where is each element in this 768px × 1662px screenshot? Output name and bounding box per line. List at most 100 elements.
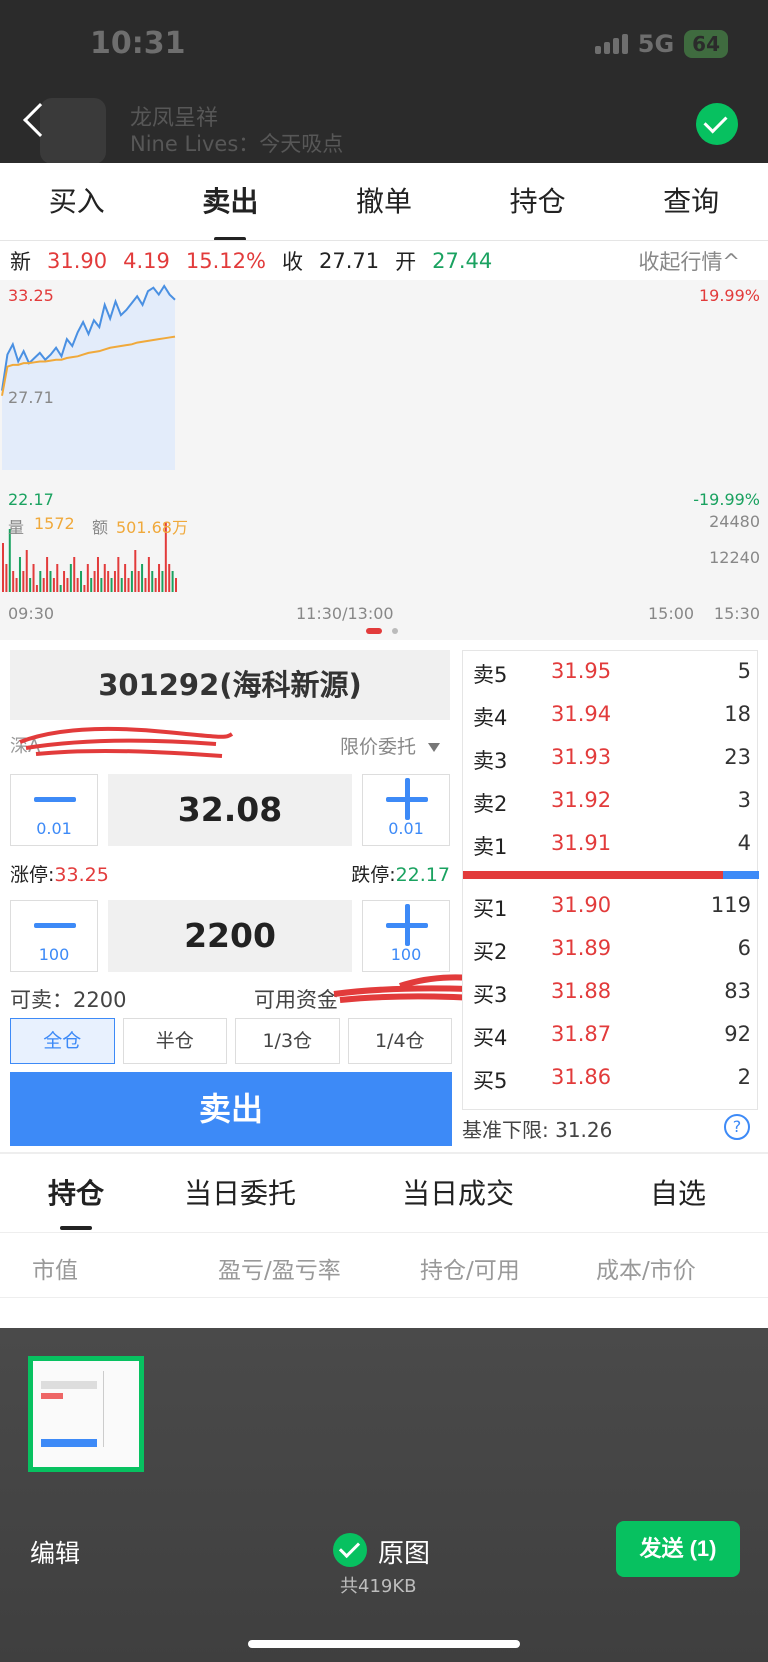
bottom-tabs: 持仓 当日委托 当日成交 自选 bbox=[0, 1158, 768, 1230]
tab-holdings[interactable]: 持仓 bbox=[0, 1158, 152, 1230]
col-pnl[interactable]: 盈亏/盈亏率 bbox=[218, 1251, 341, 1285]
col-market-value[interactable]: 市值 bbox=[32, 1251, 78, 1285]
tab-buy[interactable]: 买入 bbox=[0, 163, 154, 241]
selected-thumbnail[interactable] bbox=[28, 1356, 144, 1472]
tab-sell[interactable]: 卖出 bbox=[154, 163, 308, 241]
volume-bar bbox=[161, 571, 164, 592]
open-price: 27.44 bbox=[432, 249, 493, 273]
bid-row[interactable]: 买1 31.90 119 bbox=[463, 885, 759, 928]
ask-volume: 5 bbox=[737, 659, 751, 683]
price-plus-button[interactable]: 0.01 bbox=[362, 774, 450, 846]
sell-button[interactable]: 卖出 bbox=[10, 1072, 452, 1146]
tab-today-orders[interactable]: 当日委托 bbox=[152, 1158, 328, 1230]
chart-bottom-price: 22.17 bbox=[8, 490, 54, 509]
chart-svg bbox=[1, 284, 177, 592]
volume-bar bbox=[42, 578, 45, 592]
price-input[interactable]: 32.08 bbox=[108, 774, 352, 846]
tab-divider bbox=[0, 240, 768, 241]
limit-up-label: 涨停: bbox=[10, 864, 55, 886]
ask-label: 卖5 bbox=[473, 663, 508, 687]
volume-bar bbox=[22, 571, 25, 592]
ask-row[interactable]: 卖5 31.95 5 bbox=[463, 651, 759, 694]
volume-bar bbox=[158, 564, 161, 592]
volume-bar bbox=[175, 578, 177, 592]
ask-price: 31.94 bbox=[551, 702, 612, 726]
volume-bar bbox=[171, 571, 174, 592]
wechat-logo-icon bbox=[40, 98, 106, 164]
stock-code-selector[interactable]: 301292(海科新源) bbox=[10, 650, 450, 720]
bid-label: 买5 bbox=[473, 1069, 508, 1093]
volume-bar bbox=[29, 578, 32, 592]
volume-bar bbox=[39, 571, 42, 592]
trade-tabs: 买入 卖出 撤单 持仓 查询 bbox=[0, 163, 768, 241]
tab-watchlist[interactable]: 自选 bbox=[588, 1158, 768, 1230]
bid-row[interactable]: 买2 31.89 6 bbox=[463, 928, 759, 971]
order-type-select[interactable]: 限价委托 bbox=[340, 732, 440, 759]
quantity-input[interactable]: 2200 bbox=[108, 900, 352, 972]
full-position-button[interactable]: 全仓 bbox=[10, 1018, 115, 1064]
image-size-label: 共419KB bbox=[340, 1576, 417, 1597]
original-image-toggle[interactable]: 原图 bbox=[378, 1533, 430, 1570]
volume-value: 1572 bbox=[34, 514, 75, 533]
ask-row[interactable]: 卖4 31.94 18 bbox=[463, 694, 759, 737]
ask-row[interactable]: 卖1 31.91 4 bbox=[463, 823, 759, 866]
price-minus-button[interactable]: 0.01 bbox=[10, 774, 98, 846]
bid-volume: 92 bbox=[724, 1022, 751, 1046]
volume-bar bbox=[15, 578, 18, 592]
original-check-icon[interactable] bbox=[333, 1533, 367, 1567]
volume-bar bbox=[117, 557, 120, 592]
price-change: 4.19 bbox=[123, 249, 170, 273]
plus-icon bbox=[363, 775, 449, 820]
tab-query[interactable]: 查询 bbox=[614, 163, 768, 241]
ask-label: 卖1 bbox=[473, 835, 508, 859]
price-change-pct: 15.12% bbox=[185, 249, 266, 273]
chart-mid-price: 27.71 bbox=[8, 388, 54, 407]
image-picker-bar: 编辑 原图 共419KB 发送 (1) bbox=[0, 1328, 768, 1662]
bid-label: 买1 bbox=[473, 897, 508, 921]
price-area-fill bbox=[2, 286, 175, 470]
col-cost[interactable]: 成本/市价 bbox=[596, 1251, 696, 1285]
third-position-button[interactable]: 1/3仓 bbox=[235, 1018, 340, 1064]
order-book: 卖5 31.95 5 卖4 31.94 18 卖3 31.93 23 卖2 31.92 3 卖1… bbox=[462, 650, 759, 1110]
ask-price: 31.91 bbox=[551, 831, 612, 855]
quarter-position-button[interactable]: 1/4仓 bbox=[347, 1018, 452, 1064]
volume-bar bbox=[90, 578, 93, 592]
x-label-after: 15:30 bbox=[713, 604, 760, 623]
half-position-button[interactable]: 半仓 bbox=[122, 1018, 227, 1064]
ask-row[interactable]: 卖2 31.92 3 bbox=[463, 780, 759, 823]
select-check-icon[interactable] bbox=[696, 103, 738, 145]
tab-today-trades[interactable]: 当日成交 bbox=[328, 1158, 588, 1230]
intraday-chart: 33.25 27.71 22.17 19.99% -19.99% 量 1572 … bbox=[0, 280, 768, 640]
qty-minus-button[interactable]: 100 bbox=[10, 900, 98, 972]
bid-price: 31.86 bbox=[551, 1065, 612, 1089]
volume-bar bbox=[134, 550, 137, 592]
bid-row[interactable]: 买3 31.88 83 bbox=[463, 971, 759, 1014]
bid-label: 买3 bbox=[473, 983, 508, 1007]
qty-plus-button[interactable]: 100 bbox=[362, 900, 450, 972]
bid-row[interactable]: 买5 31.86 2 bbox=[463, 1057, 759, 1100]
qty-step-down: 100 bbox=[38, 945, 70, 964]
ask-row[interactable]: 卖3 31.93 23 bbox=[463, 737, 759, 780]
help-icon[interactable]: ? bbox=[724, 1114, 750, 1140]
baseline-value: 31.26 bbox=[555, 1118, 613, 1142]
send-button[interactable]: 发送 (1) bbox=[616, 1521, 740, 1577]
baseline-label: 基准下限: bbox=[462, 1118, 549, 1142]
close-label: 收 bbox=[281, 250, 303, 274]
redaction-scribble bbox=[19, 726, 234, 758]
volume-bar bbox=[12, 571, 15, 592]
collapse-quote-button[interactable]: 收起行情^ bbox=[638, 246, 740, 276]
col-position[interactable]: 持仓/可用 bbox=[420, 1251, 520, 1285]
volume-bar bbox=[8, 529, 11, 592]
volume-bar bbox=[32, 564, 35, 592]
page-dot-active bbox=[366, 628, 382, 634]
bid-price: 31.87 bbox=[551, 1022, 612, 1046]
tab-cancel[interactable]: 撤单 bbox=[307, 163, 461, 241]
tab-position[interactable]: 持仓 bbox=[461, 163, 615, 241]
volume-bar bbox=[168, 564, 171, 592]
volume-bar bbox=[151, 571, 154, 592]
volume-bar bbox=[86, 564, 89, 592]
volume-bar bbox=[120, 578, 123, 592]
ask-label: 卖3 bbox=[473, 749, 508, 773]
edit-button[interactable]: 编辑 bbox=[30, 1534, 80, 1570]
bid-row[interactable]: 买4 31.87 92 bbox=[463, 1014, 759, 1057]
